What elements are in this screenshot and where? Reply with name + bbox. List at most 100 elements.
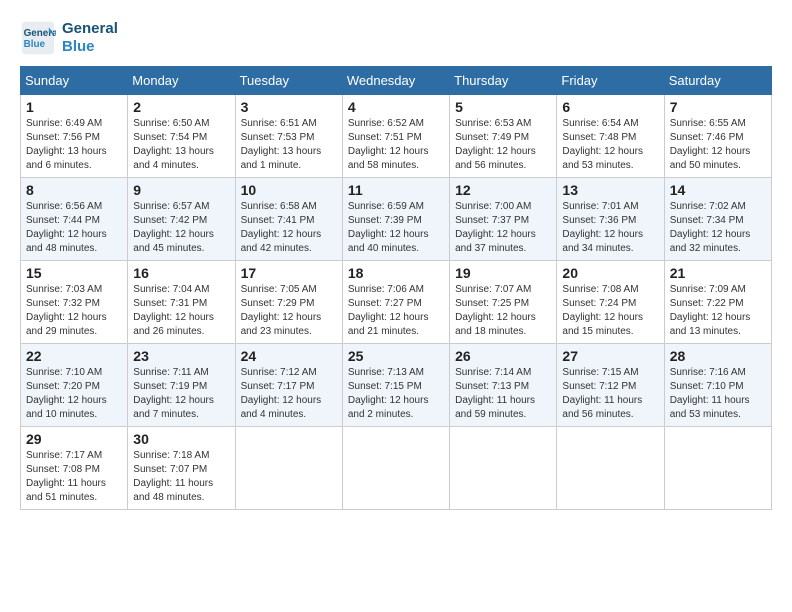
day-number: 29 bbox=[26, 431, 122, 447]
day-info: Sunrise: 7:13 AM Sunset: 7:15 PM Dayligh… bbox=[348, 366, 444, 422]
table-row: 21 Sunrise: 7:09 AM Sunset: 7:22 PM Dayli… bbox=[664, 261, 771, 344]
day-number: 28 bbox=[670, 348, 766, 364]
day-info: Sunrise: 7:16 AM Sunset: 7:10 PM Dayligh… bbox=[670, 366, 766, 422]
day-number: 4 bbox=[348, 99, 444, 115]
logo: General Blue General Blue bbox=[20, 20, 118, 56]
table-row: 15 Sunrise: 7:03 AM Sunset: 7:32 PM Dayli… bbox=[21, 261, 128, 344]
day-number: 26 bbox=[455, 348, 551, 364]
table-row: 12 Sunrise: 7:00 AM Sunset: 7:37 PM Dayli… bbox=[450, 178, 557, 261]
calendar-table: Sunday Monday Tuesday Wednesday Thursday… bbox=[20, 66, 772, 510]
day-info: Sunrise: 7:11 AM Sunset: 7:19 PM Dayligh… bbox=[133, 366, 229, 422]
day-info: Sunrise: 6:59 AM Sunset: 7:39 PM Dayligh… bbox=[348, 200, 444, 256]
week-row-5: 29 Sunrise: 7:17 AM Sunset: 7:08 PM Dayli… bbox=[21, 427, 772, 510]
day-info: Sunrise: 6:57 AM Sunset: 7:42 PM Dayligh… bbox=[133, 200, 229, 256]
day-info: Sunrise: 7:01 AM Sunset: 7:36 PM Dayligh… bbox=[562, 200, 658, 256]
day-number: 13 bbox=[562, 182, 658, 198]
day-number: 17 bbox=[241, 265, 337, 281]
header-row: Sunday Monday Tuesday Wednesday Thursday… bbox=[21, 67, 772, 95]
week-row-1: 1 Sunrise: 6:49 AM Sunset: 7:56 PM Daylig… bbox=[21, 95, 772, 178]
day-number: 10 bbox=[241, 182, 337, 198]
day-number: 18 bbox=[348, 265, 444, 281]
day-number: 25 bbox=[348, 348, 444, 364]
day-info: Sunrise: 6:49 AM Sunset: 7:56 PM Dayligh… bbox=[26, 117, 122, 173]
table-row: 4Sunrise: 6:52 AM Sunset: 7:51 PM Daylig… bbox=[342, 95, 449, 178]
table-row: 28 Sunrise: 7:16 AM Sunset: 7:10 PM Dayli… bbox=[664, 344, 771, 427]
table-row: 29 Sunrise: 7:17 AM Sunset: 7:08 PM Dayli… bbox=[21, 427, 128, 510]
table-row: 9 Sunrise: 6:57 AM Sunset: 7:42 PM Daylig… bbox=[128, 178, 235, 261]
table-row: 3Sunrise: 6:51 AM Sunset: 7:53 PM Daylig… bbox=[235, 95, 342, 178]
col-saturday: Saturday bbox=[664, 67, 771, 95]
day-info: Sunrise: 7:15 AM Sunset: 7:12 PM Dayligh… bbox=[562, 366, 658, 422]
table-row: 26 Sunrise: 7:14 AM Sunset: 7:13 PM Dayli… bbox=[450, 344, 557, 427]
table-row: 1 Sunrise: 6:49 AM Sunset: 7:56 PM Daylig… bbox=[21, 95, 128, 178]
table-row: 10 Sunrise: 6:58 AM Sunset: 7:41 PM Dayli… bbox=[235, 178, 342, 261]
day-number: 30 bbox=[133, 431, 229, 447]
table-row: 30 Sunrise: 7:18 AM Sunset: 7:07 PM Dayli… bbox=[128, 427, 235, 510]
day-info: Sunrise: 7:12 AM Sunset: 7:17 PM Dayligh… bbox=[241, 366, 337, 422]
table-row bbox=[557, 427, 664, 510]
day-number: 1 bbox=[26, 99, 122, 115]
day-info: Sunrise: 7:09 AM Sunset: 7:22 PM Dayligh… bbox=[670, 283, 766, 339]
day-info: Sunrise: 7:00 AM Sunset: 7:37 PM Dayligh… bbox=[455, 200, 551, 256]
day-number: 12 bbox=[455, 182, 551, 198]
table-row: 18Sunrise: 7:06 AM Sunset: 7:27 PM Dayli… bbox=[342, 261, 449, 344]
day-info: Sunrise: 6:56 AM Sunset: 7:44 PM Dayligh… bbox=[26, 200, 122, 256]
day-info: Sunrise: 7:08 AM Sunset: 7:24 PM Dayligh… bbox=[562, 283, 658, 339]
day-number: 22 bbox=[26, 348, 122, 364]
logo-text-line2: Blue bbox=[62, 38, 118, 56]
table-row: 14Sunrise: 7:02 AM Sunset: 7:34 PM Dayli… bbox=[664, 178, 771, 261]
table-row: 5Sunrise: 6:53 AM Sunset: 7:49 PM Daylig… bbox=[450, 95, 557, 178]
col-friday: Friday bbox=[557, 67, 664, 95]
day-number: 9 bbox=[133, 182, 229, 198]
day-number: 27 bbox=[562, 348, 658, 364]
logo-text-line1: General bbox=[62, 20, 118, 38]
page-header: General Blue General Blue bbox=[20, 20, 772, 56]
day-number: 3 bbox=[241, 99, 337, 115]
day-info: Sunrise: 6:54 AM Sunset: 7:48 PM Dayligh… bbox=[562, 117, 658, 173]
col-wednesday: Wednesday bbox=[342, 67, 449, 95]
day-info: Sunrise: 7:03 AM Sunset: 7:32 PM Dayligh… bbox=[26, 283, 122, 339]
col-sunday: Sunday bbox=[21, 67, 128, 95]
day-number: 7 bbox=[670, 99, 766, 115]
table-row: 13 Sunrise: 7:01 AM Sunset: 7:36 PM Dayli… bbox=[557, 178, 664, 261]
day-info: Sunrise: 7:14 AM Sunset: 7:13 PM Dayligh… bbox=[455, 366, 551, 422]
day-info: Sunrise: 7:18 AM Sunset: 7:07 PM Dayligh… bbox=[133, 449, 229, 505]
day-number: 8 bbox=[26, 182, 122, 198]
day-number: 15 bbox=[26, 265, 122, 281]
table-row bbox=[235, 427, 342, 510]
day-info: Sunrise: 7:10 AM Sunset: 7:20 PM Dayligh… bbox=[26, 366, 122, 422]
day-info: Sunrise: 6:53 AM Sunset: 7:49 PM Dayligh… bbox=[455, 117, 551, 173]
day-number: 11 bbox=[348, 182, 444, 198]
table-row: 27 Sunrise: 7:15 AM Sunset: 7:12 PM Dayli… bbox=[557, 344, 664, 427]
week-row-3: 15 Sunrise: 7:03 AM Sunset: 7:32 PM Dayli… bbox=[21, 261, 772, 344]
table-row: 7 Sunrise: 6:55 AM Sunset: 7:46 PM Daylig… bbox=[664, 95, 771, 178]
table-row bbox=[664, 427, 771, 510]
table-row: 24Sunrise: 7:12 AM Sunset: 7:17 PM Dayli… bbox=[235, 344, 342, 427]
col-monday: Monday bbox=[128, 67, 235, 95]
week-row-4: 22 Sunrise: 7:10 AM Sunset: 7:20 PM Dayli… bbox=[21, 344, 772, 427]
day-info: Sunrise: 6:55 AM Sunset: 7:46 PM Dayligh… bbox=[670, 117, 766, 173]
day-number: 20 bbox=[562, 265, 658, 281]
day-number: 14 bbox=[670, 182, 766, 198]
table-row: 20 Sunrise: 7:08 AM Sunset: 7:24 PM Dayli… bbox=[557, 261, 664, 344]
table-row: 11 Sunrise: 6:59 AM Sunset: 7:39 PM Dayli… bbox=[342, 178, 449, 261]
calendar-body: 1 Sunrise: 6:49 AM Sunset: 7:56 PM Daylig… bbox=[21, 95, 772, 510]
table-row: 6Sunrise: 6:54 AM Sunset: 7:48 PM Daylig… bbox=[557, 95, 664, 178]
day-number: 23 bbox=[133, 348, 229, 364]
table-row: 23 Sunrise: 7:11 AM Sunset: 7:19 PM Dayli… bbox=[128, 344, 235, 427]
svg-text:General: General bbox=[24, 28, 56, 39]
table-row: 2 Sunrise: 6:50 AM Sunset: 7:54 PM Daylig… bbox=[128, 95, 235, 178]
day-number: 21 bbox=[670, 265, 766, 281]
day-number: 16 bbox=[133, 265, 229, 281]
day-info: Sunrise: 7:17 AM Sunset: 7:08 PM Dayligh… bbox=[26, 449, 122, 505]
day-info: Sunrise: 6:58 AM Sunset: 7:41 PM Dayligh… bbox=[241, 200, 337, 256]
table-row: 17 Sunrise: 7:05 AM Sunset: 7:29 PM Dayli… bbox=[235, 261, 342, 344]
day-info: Sunrise: 7:05 AM Sunset: 7:29 PM Dayligh… bbox=[241, 283, 337, 339]
svg-text:Blue: Blue bbox=[24, 39, 46, 50]
day-info: Sunrise: 6:50 AM Sunset: 7:54 PM Dayligh… bbox=[133, 117, 229, 173]
day-number: 2 bbox=[133, 99, 229, 115]
table-row: 19Sunrise: 7:07 AM Sunset: 7:25 PM Dayli… bbox=[450, 261, 557, 344]
table-row: 22 Sunrise: 7:10 AM Sunset: 7:20 PM Dayli… bbox=[21, 344, 128, 427]
table-row: 25 Sunrise: 7:13 AM Sunset: 7:15 PM Dayli… bbox=[342, 344, 449, 427]
table-row bbox=[450, 427, 557, 510]
